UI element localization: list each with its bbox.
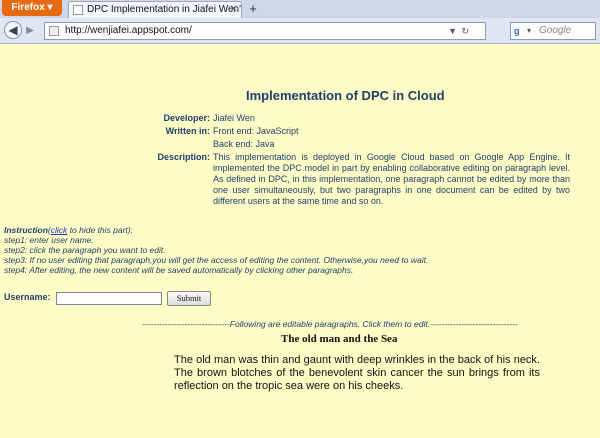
instruction-step: step3: If no user editing that paragraph… [4,255,429,265]
backend-row: Back end: Java [150,139,570,150]
instruction-step: step4: After editing, the new content wi… [4,265,354,275]
editable-separator: -------------------------------Following… [142,319,518,329]
tab-bar: Firefox ▾ DPC Implementation in Jiafei W… [0,0,600,18]
username-label: Username: [4,292,51,302]
search-engine-dropdown-icon[interactable]: ▾ [527,23,531,39]
developer-row: Developer: Jiafei Wen [150,113,570,124]
backend-value: Back end: Java [213,139,275,149]
reload-icon[interactable]: ↻ [461,23,469,39]
search-placeholder: Google [539,25,572,36]
site-identity-icon [49,26,59,36]
instructions-heading: Instruction [4,225,48,235]
editable-paragraph[interactable]: The old man was thin and gaunt with deep… [174,354,540,393]
page-favicon-icon [73,5,83,15]
developer-value: Jiafei Wen [213,113,255,123]
url-text: http://wenjiafei.appspot.com/ [65,25,192,36]
new-tab-icon[interactable]: + [246,2,260,16]
written-in-row: Written in: Front end: JavaScript [150,126,570,137]
instructions-header: Instruction(click to hide this part): [4,225,133,235]
page-title: Implementation of DPC in Cloud [246,88,445,103]
browser-tab[interactable]: DPC Implementation in Jiafei Wen's ... ✕ [68,1,242,18]
description-value: This implementation is deployed in Googl… [213,152,570,206]
frontend-value: Front end: JavaScript [213,126,299,136]
submit-button[interactable]: Submit [167,291,211,306]
google-search-engine-icon[interactable]: g [514,25,526,37]
search-bar[interactable]: g ▾ Google [510,22,596,40]
paragraph-title[interactable]: The old man and the Sea [281,333,397,345]
tab-title: DPC Implementation in Jiafei Wen's ... [87,4,242,15]
firefox-menu-button[interactable]: Firefox ▾ [2,0,62,16]
close-tab-icon[interactable]: ✕ [230,2,238,18]
hide-instructions-link[interactable]: click [51,225,68,235]
back-button[interactable]: ◀ [4,21,22,39]
username-input[interactable] [56,292,162,305]
url-dropdown-icon[interactable]: ▼ [448,23,457,39]
address-bar[interactable]: http://wenjiafei.appspot.com/ ▼ ↻ [44,22,486,40]
description-row: Description: This implementation is depl… [150,152,570,207]
instruction-step: step1: enter user name. [4,235,94,245]
forward-button[interactable]: ▶ [23,24,37,37]
instructions-panel: Instruction(click to hide this part): st… [4,225,428,275]
firefox-menu-label: Firefox [11,2,45,13]
navigation-bar: ◀ ▶ http://wenjiafei.appspot.com/ ▼ ↻ g … [0,18,600,44]
project-info: Developer: Jiafei Wen Written in: Front … [150,113,570,209]
written-in-label: Written in: [165,126,210,136]
instruction-step: step2: click the paragraph you want to e… [4,245,166,255]
developer-label: Developer: [163,113,210,123]
instructions-suffix: to hide this part): [67,225,133,235]
description-label: Description: [157,152,210,162]
